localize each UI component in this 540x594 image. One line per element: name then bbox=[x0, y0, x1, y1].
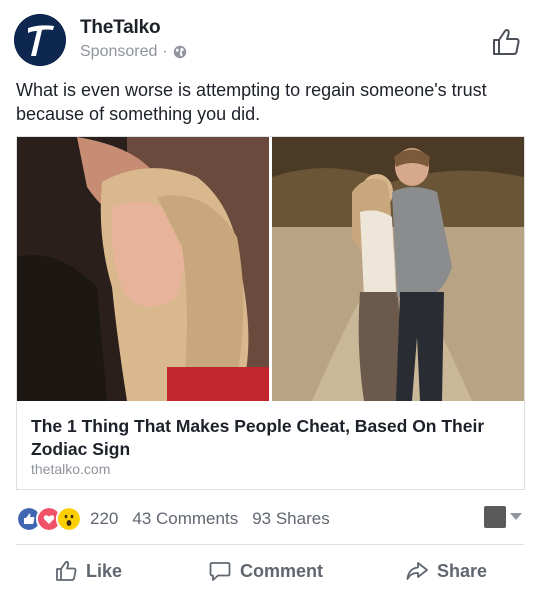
comments-count[interactable]: 43 Comments bbox=[132, 509, 238, 529]
meta-separator: · bbox=[162, 43, 168, 60]
couple-photo-right[interactable] bbox=[272, 137, 524, 401]
comment-button[interactable]: Comment bbox=[208, 552, 323, 590]
like-label: Like bbox=[86, 560, 123, 581]
share-button[interactable]: Share bbox=[405, 552, 487, 590]
post-actions: Like Comment Share bbox=[0, 552, 540, 590]
thumbs-up-icon bbox=[56, 560, 77, 581]
link-attachment[interactable]: The 1 Thing That Makes People Cheat, Bas… bbox=[16, 136, 525, 490]
post-meta: Sponsored · bbox=[80, 43, 187, 61]
shares-count[interactable]: 93 Shares bbox=[252, 509, 330, 529]
actions-divider bbox=[16, 544, 524, 545]
wow-reaction-icon bbox=[56, 506, 82, 532]
link-domain: thetalko.com bbox=[31, 461, 111, 477]
globe-icon bbox=[173, 45, 186, 59]
post-caption: What is even worse is attempting to rega… bbox=[16, 80, 487, 124]
link-title[interactable]: The 1 Thing That Makes People Cheat, Bas… bbox=[31, 415, 516, 461]
like-page-icon[interactable] bbox=[490, 26, 522, 58]
chevron-down-icon[interactable] bbox=[510, 513, 522, 520]
page-avatar[interactable] bbox=[14, 14, 66, 66]
comment-label: Comment bbox=[240, 560, 324, 581]
couple-photo-left[interactable] bbox=[17, 137, 269, 401]
page-name[interactable]: TheTalko bbox=[80, 17, 161, 39]
share-arrow-icon bbox=[406, 562, 428, 580]
reaction-count[interactable]: 220 bbox=[90, 509, 118, 529]
reaction-icons bbox=[16, 506, 82, 532]
comment-bubble-icon bbox=[209, 562, 231, 581]
thetalko-logo-icon bbox=[14, 14, 66, 66]
reactions-summary[interactable]: 220 43 Comments 93 Shares bbox=[16, 506, 344, 532]
like-button[interactable]: Like bbox=[54, 552, 122, 590]
sponsored-label[interactable]: Sponsored bbox=[80, 43, 157, 61]
sponsored-post: TheTalko Sponsored · What is even worse … bbox=[0, 0, 540, 594]
share-label: Share bbox=[437, 560, 488, 581]
viewer-avatar[interactable] bbox=[484, 506, 506, 528]
